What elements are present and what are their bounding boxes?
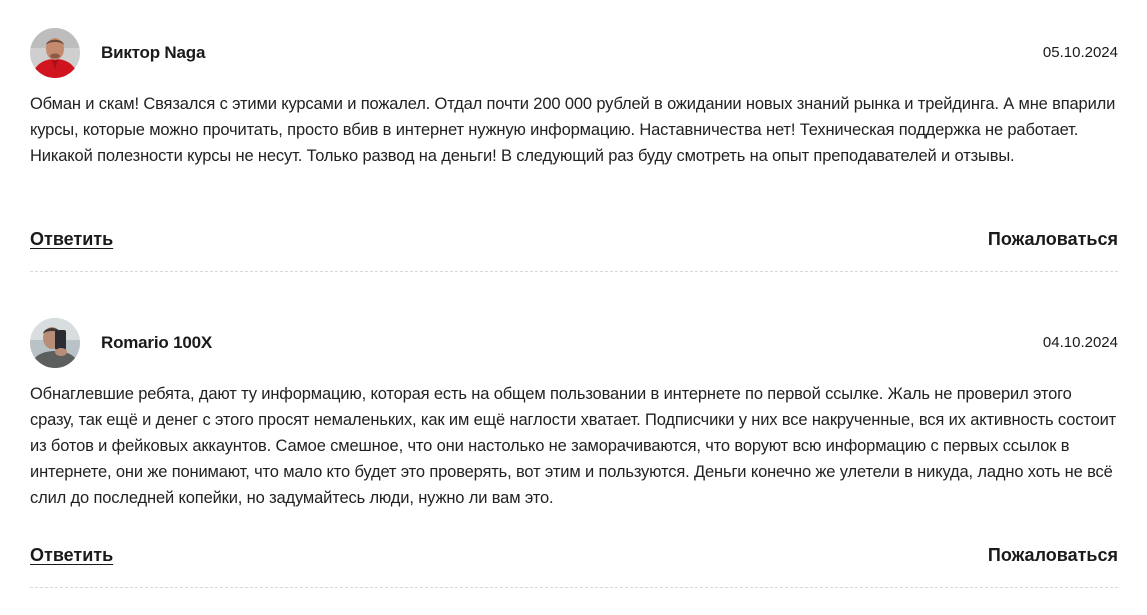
comment-divider [30, 587, 1118, 588]
comment-date: 05.10.2024 [1042, 44, 1118, 61]
user-photo-icon [30, 28, 80, 78]
comment-actions: Ответить Пожаловаться [30, 229, 1118, 253]
comment: Виктор Naga 05.10.2024 Обман и скам! Свя… [30, 28, 1118, 272]
report-link[interactable]: Пожаловаться [988, 229, 1118, 250]
reply-link[interactable]: Ответить [30, 229, 113, 250]
comment-text: Обман и скам! Связался с этими курсами и… [30, 95, 1116, 165]
author-name: Виктор Naga [101, 43, 206, 62]
comment-date: 04.10.2024 [1042, 334, 1118, 351]
comment-divider [30, 271, 1118, 272]
avatar [30, 318, 80, 368]
comment: Romario 100X 04.10.2024 Обнаглевшие ребя… [30, 318, 1118, 588]
author-name: Romario 100X [101, 333, 212, 352]
comment-header: Romario 100X 04.10.2024 [30, 318, 1118, 368]
comments-list: Виктор Naga 05.10.2024 Обман и скам! Свя… [0, 0, 1147, 615]
report-link[interactable]: Пожаловаться [988, 545, 1118, 566]
comment-text: Обнаглевшие ребята, дают ту информацию, … [30, 385, 1117, 507]
avatar [30, 28, 80, 78]
user-photo-icon [30, 318, 80, 368]
reply-link[interactable]: Ответить [30, 545, 113, 566]
comment-header: Виктор Naga 05.10.2024 [30, 28, 1118, 78]
comment-actions: Ответить Пожаловаться [30, 545, 1118, 569]
